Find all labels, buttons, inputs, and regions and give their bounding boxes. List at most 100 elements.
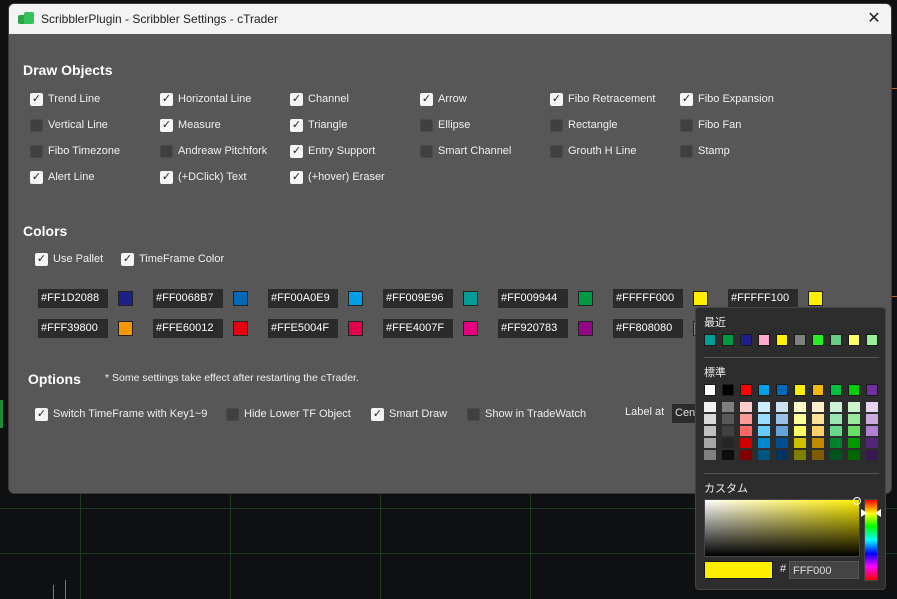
color-swatch[interactable] <box>118 291 133 306</box>
shade-color-swatch[interactable] <box>812 438 824 448</box>
color-swatch[interactable] <box>233 291 248 306</box>
fibo-fan-checkbox[interactable]: Fibo Fan <box>680 117 741 133</box>
shade-color-swatch[interactable] <box>830 402 842 412</box>
timeframe-color-checkbox[interactable]: ✓ TimeFrame Color <box>121 251 224 267</box>
color-hex-input[interactable]: #FF1D2088 <box>38 289 108 308</box>
shade-color-swatch[interactable] <box>740 414 752 424</box>
recent-color-swatch[interactable] <box>758 334 770 346</box>
color-swatch[interactable] <box>348 291 363 306</box>
shade-color-swatch[interactable] <box>848 414 860 424</box>
show-in-tradewatch-checkbox[interactable]: Show in TradeWatch <box>467 406 586 422</box>
standard-color-swatch[interactable] <box>758 384 770 396</box>
andreaw-pitchfork-checkbox[interactable]: Andreaw Pitchfork <box>160 143 267 159</box>
shade-color-swatch[interactable] <box>758 402 770 412</box>
shade-color-swatch[interactable] <box>812 450 824 460</box>
smart-channel-checkbox[interactable]: Smart Channel <box>420 143 511 159</box>
shade-color-swatch[interactable] <box>866 438 878 448</box>
shade-color-swatch[interactable] <box>812 414 824 424</box>
color-hex-input[interactable]: #FF00A0E9 <box>268 289 338 308</box>
standard-color-swatch[interactable] <box>722 384 734 396</box>
shade-color-swatch[interactable] <box>776 402 788 412</box>
shade-color-swatch[interactable] <box>776 414 788 424</box>
color-hex-input[interactable]: #FF009E96 <box>383 289 453 308</box>
shade-color-swatch[interactable] <box>704 438 716 448</box>
shade-color-swatch[interactable] <box>704 450 716 460</box>
recent-color-swatch[interactable] <box>848 334 860 346</box>
color-hex-input[interactable]: #FFE4007F <box>383 319 453 338</box>
shade-color-swatch[interactable] <box>866 450 878 460</box>
color-hex-input[interactable]: #FF009944 <box>498 289 568 308</box>
shade-color-swatch[interactable] <box>794 450 806 460</box>
shade-color-swatch[interactable] <box>758 426 770 436</box>
shade-color-swatch[interactable] <box>848 426 860 436</box>
color-swatch[interactable] <box>348 321 363 336</box>
shade-color-swatch[interactable] <box>758 438 770 448</box>
hex-input[interactable]: FFF000 <box>789 561 859 579</box>
shade-color-swatch[interactable] <box>866 414 878 424</box>
shade-color-swatch[interactable] <box>812 402 824 412</box>
color-hex-input[interactable]: #FFFFF100 <box>728 289 798 308</box>
color-swatch[interactable] <box>233 321 248 336</box>
shade-color-swatch[interactable] <box>704 414 716 424</box>
standard-color-swatch[interactable] <box>866 384 878 396</box>
shade-color-swatch[interactable] <box>830 414 842 424</box>
shade-color-swatch[interactable] <box>830 438 842 448</box>
saturation-value-area[interactable] <box>704 499 860 557</box>
shade-color-swatch[interactable] <box>740 438 752 448</box>
stamp-checkbox[interactable]: Stamp <box>680 143 730 159</box>
shade-color-swatch[interactable] <box>794 414 806 424</box>
shade-color-swatch[interactable] <box>830 426 842 436</box>
color-swatch[interactable] <box>118 321 133 336</box>
measure-checkbox[interactable]: ✓ Measure <box>160 117 221 133</box>
color-swatch[interactable] <box>578 291 593 306</box>
shade-color-swatch[interactable] <box>812 426 824 436</box>
recent-color-swatch[interactable] <box>812 334 824 346</box>
recent-color-swatch[interactable] <box>830 334 842 346</box>
color-swatch[interactable] <box>578 321 593 336</box>
triangle-checkbox[interactable]: ✓ Triangle <box>290 117 347 133</box>
color-hex-input[interactable]: #FFF39800 <box>38 319 108 338</box>
recent-color-swatch[interactable] <box>722 334 734 346</box>
color-hex-input[interactable]: #FFE60012 <box>153 319 223 338</box>
shade-color-swatch[interactable] <box>722 426 734 436</box>
fibo-expansion-checkbox[interactable]: ✓ Fibo Expansion <box>680 91 774 107</box>
shade-color-swatch[interactable] <box>722 414 734 424</box>
standard-color-swatch[interactable] <box>848 384 860 396</box>
standard-color-swatch[interactable] <box>812 384 824 396</box>
standard-color-swatch[interactable] <box>794 384 806 396</box>
fibo-timezone-checkbox[interactable]: Fibo Timezone <box>30 143 120 159</box>
shade-color-swatch[interactable] <box>722 450 734 460</box>
color-hex-input[interactable]: #FFFFF000 <box>613 289 683 308</box>
color-swatch[interactable] <box>463 291 478 306</box>
fibo-retracement-checkbox[interactable]: ✓ Fibo Retracement <box>550 91 655 107</box>
close-button[interactable]: ✕ <box>863 8 885 30</box>
shade-color-swatch[interactable] <box>776 426 788 436</box>
alert-line-checkbox[interactable]: ✓ Alert Line <box>30 169 94 185</box>
shade-color-swatch[interactable] <box>866 426 878 436</box>
color-hex-input[interactable]: #FFE5004F <box>268 319 338 338</box>
shade-color-swatch[interactable] <box>758 414 770 424</box>
color-hex-input[interactable]: #FF0068B7 <box>153 289 223 308</box>
shade-color-swatch[interactable] <box>758 450 770 460</box>
smart-draw-checkbox[interactable]: ✓ Smart Draw <box>371 406 447 422</box>
hover-eraser-checkbox[interactable]: ✓ (+hover) Eraser <box>290 169 385 185</box>
hide-lower-tf-object-checkbox[interactable]: Hide Lower TF Object <box>226 406 351 422</box>
shade-color-swatch[interactable] <box>722 402 734 412</box>
rectangle-checkbox[interactable]: Rectangle <box>550 117 618 133</box>
recent-color-swatch[interactable] <box>740 334 752 346</box>
color-cursor[interactable] <box>853 497 861 505</box>
arrow-checkbox[interactable]: ✓ Arrow <box>420 91 467 107</box>
switch-timeframe-with-key1-9-checkbox[interactable]: ✓ Switch TimeFrame with Key1~9 <box>35 406 207 422</box>
horizontal-line-checkbox[interactable]: ✓ Horizontal Line <box>160 91 251 107</box>
shade-color-swatch[interactable] <box>830 450 842 460</box>
color-swatch[interactable] <box>463 321 478 336</box>
recent-color-swatch[interactable] <box>794 334 806 346</box>
shade-color-swatch[interactable] <box>704 402 716 412</box>
vertical-line-checkbox[interactable]: Vertical Line <box>30 117 108 133</box>
use-pallet-checkbox[interactable]: ✓ Use Pallet <box>35 251 103 267</box>
channel-checkbox[interactable]: ✓ Channel <box>290 91 349 107</box>
recent-color-swatch[interactable] <box>776 334 788 346</box>
recent-color-swatch[interactable] <box>866 334 878 346</box>
shade-color-swatch[interactable] <box>740 402 752 412</box>
recent-color-swatch[interactable] <box>704 334 716 346</box>
